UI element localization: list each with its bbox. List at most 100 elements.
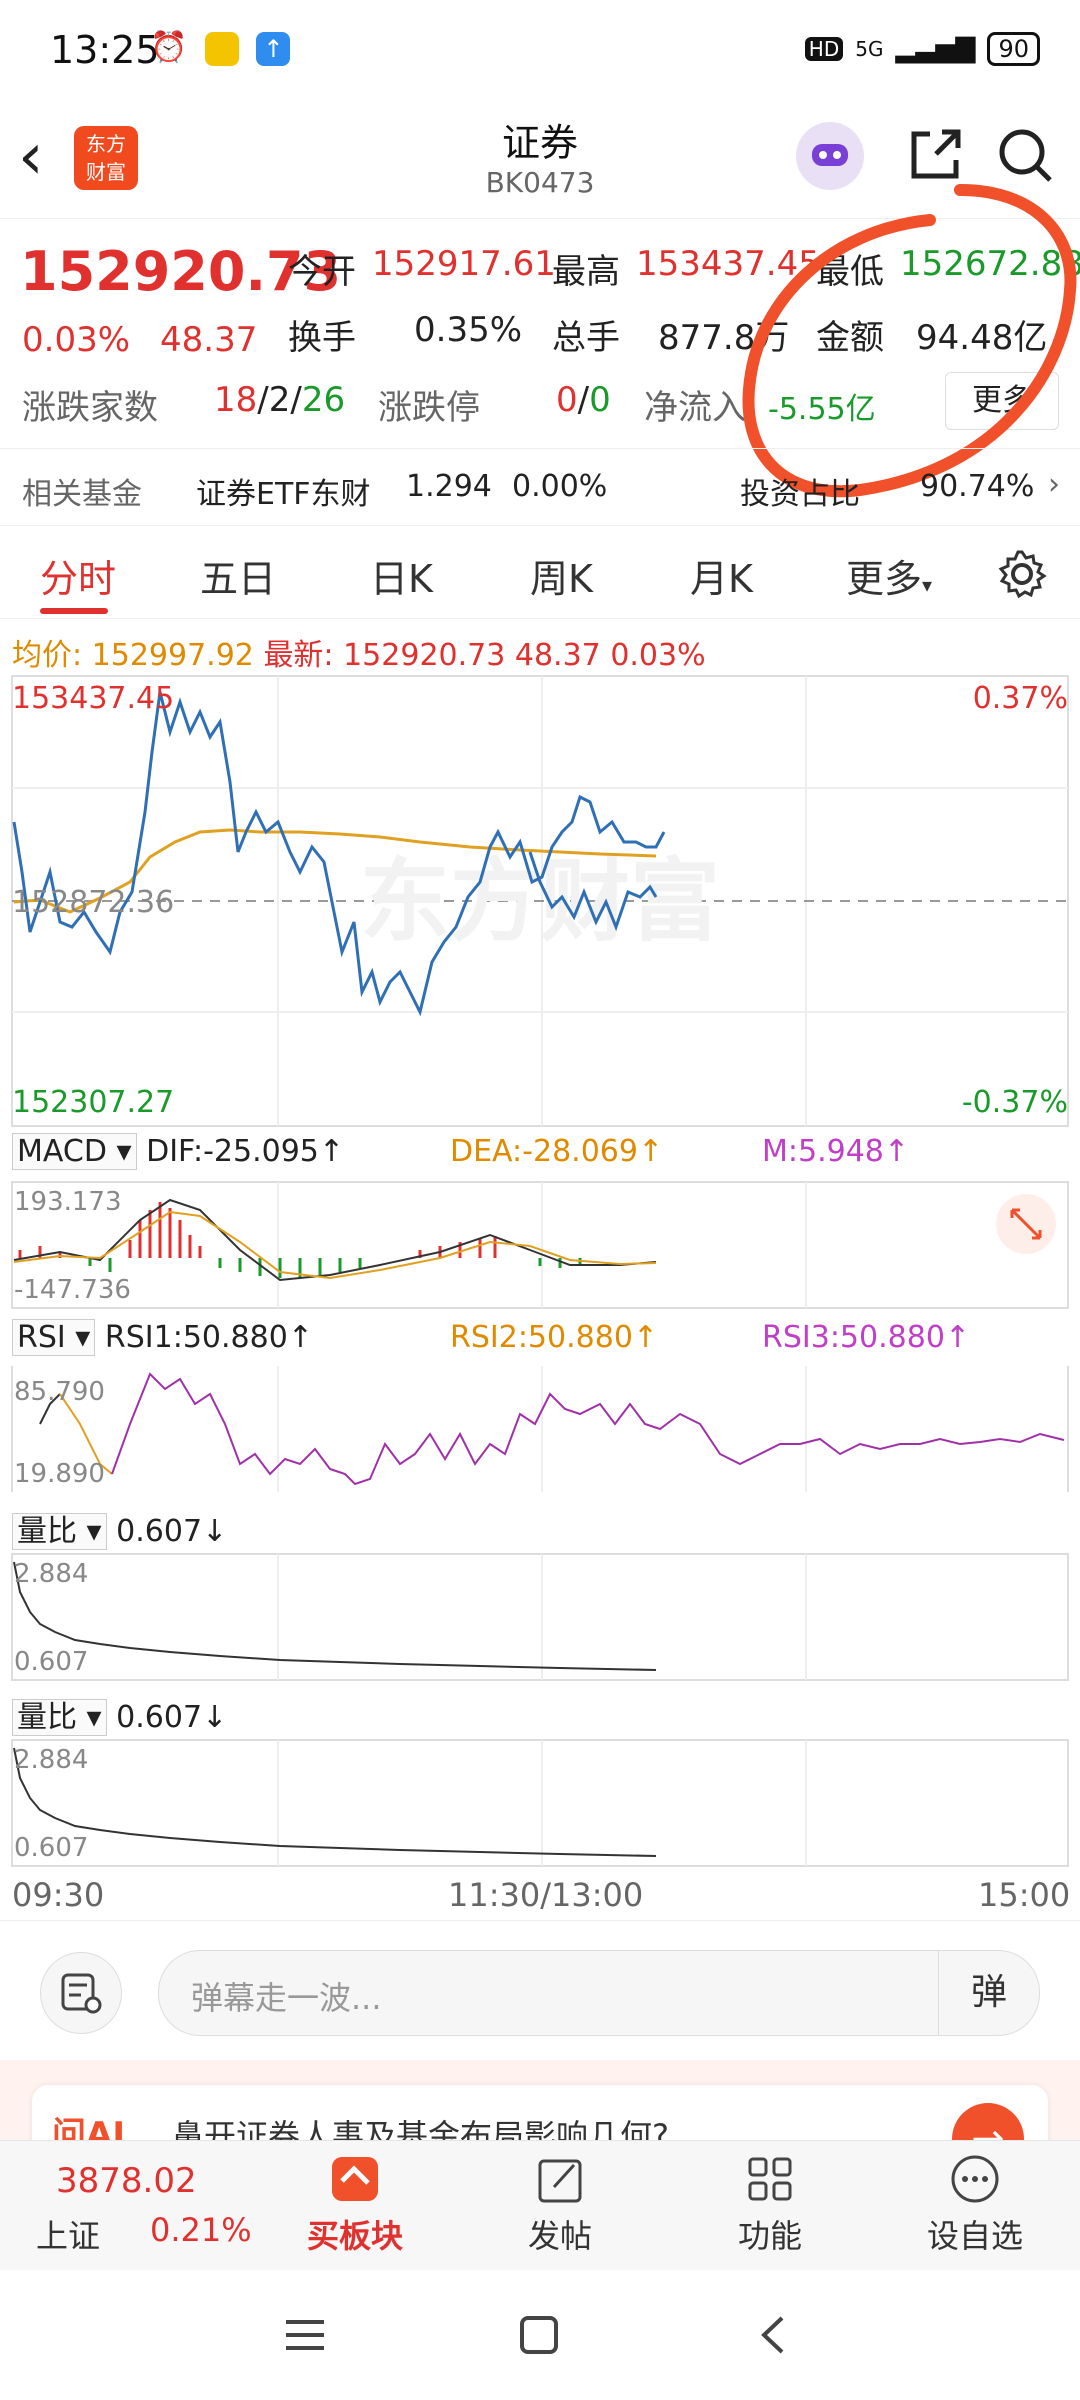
avg-label: 均价: [12, 638, 83, 673]
rsi-header: RSI ▾ RSI1:50.880↑ [12, 1319, 313, 1356]
fund-price: 1.294 [406, 469, 492, 504]
edit-icon [538, 2159, 582, 2203]
nav-buy-sector-label: 买板块 [306, 2217, 403, 2255]
time-axis-mid: 11:30/13:00 [448, 1876, 644, 1914]
danmu-input[interactable]: 弹幕走一波... 弹 [158, 1950, 1040, 2036]
index-name[interactable]: 上证 [36, 2211, 100, 2257]
turnover-label: 换手 [288, 318, 356, 358]
breadth-flat: 2 [268, 380, 291, 420]
fund-ratio-label: 投资占比 [740, 477, 860, 512]
alarm-icon: ⏰ [150, 30, 188, 65]
volume-ratio-2-header: 量比 ▾ 0.607↓ [12, 1692, 227, 1736]
chart-high-label: 153437.45 [12, 681, 174, 716]
chart-watermark: 东方财富 [360, 849, 720, 954]
tab-5day[interactable]: 五日 [200, 548, 276, 603]
breadth-up: 18 [214, 380, 258, 420]
macd-selector[interactable]: MACD ▾ [12, 1133, 137, 1170]
chart-tabs: 分时 五日 日K 周K 月K 更多▾ [0, 528, 1080, 619]
hd-badge: HD [804, 37, 844, 61]
fund-name[interactable]: 证券ETF东财 [196, 469, 371, 513]
rsi-selector[interactable]: RSI ▾ [12, 1319, 96, 1356]
rsi3-line [111, 1372, 1065, 1486]
change-pct: 0.03% [22, 320, 131, 360]
turnover-value: 0.35% [414, 310, 523, 350]
battery-indicator: 90 [987, 32, 1040, 66]
tab-monthly-k[interactable]: 月K [690, 548, 753, 603]
nav-functions[interactable]: 功能 [720, 2151, 820, 2257]
rsi-bottom-label: 19.890 [14, 1459, 105, 1489]
nav-functions-label: 功能 [737, 2217, 802, 2255]
back-nav-icon[interactable] [750, 2310, 800, 2360]
volume-ratio-2-bottom-label: 0.607 [14, 1833, 88, 1863]
volume-ratio-2-top-label: 2.884 [14, 1745, 88, 1775]
change-value: 48.37 [160, 320, 258, 360]
limit-up: 0 [556, 380, 578, 420]
upload-arrow-icon: ↑ [256, 31, 291, 66]
volume-ratio-2-selector-label: 量比 [17, 1700, 77, 1735]
fund-ratio-value: 90.74% [920, 469, 1035, 504]
nav-add-watchlist-label: 设自选 [926, 2217, 1023, 2255]
time-axis-start: 09:30 [12, 1876, 105, 1914]
tab-more-label: 更多 [846, 557, 923, 601]
volume-ratio-2-value: 0.607↓ [116, 1700, 228, 1735]
chart-low-label: 152307.27 [12, 1085, 174, 1120]
volume-ratio-2-selector[interactable]: 量比 ▾ [12, 1699, 107, 1736]
volume-ratio-2-line [13, 1747, 657, 1857]
system-nav-bar [0, 2270, 1080, 2400]
rsi2-value: RSI2:50.880↑ [450, 1320, 659, 1355]
fund-change: 0.00% [512, 469, 608, 504]
app-notification-icon [204, 31, 239, 66]
intraday-price-chart[interactable]: 东方财富 153437.45 152872.36 152307.27 0.37%… [0, 672, 1080, 1132]
menu-icon[interactable] [280, 2310, 330, 2360]
nav-buy-sector[interactable]: 买板块 [300, 2151, 410, 2257]
rsi-chart[interactable]: 85.790 19.890 [0, 1364, 1080, 1494]
volume-label: 总手 [552, 318, 620, 358]
volume-ratio-1-selector[interactable]: 量比 ▾ [12, 1513, 107, 1550]
network-label: 5G [855, 37, 884, 61]
status-right: HD 5G ▂▃▅▇ 90 [804, 32, 1040, 66]
breadth-values: 18/2/26 [214, 380, 345, 420]
volume-ratio-1-value: 0.607↓ [116, 1514, 228, 1549]
comment-list-icon [61, 1973, 102, 2014]
comment-list-button[interactable] [40, 1952, 122, 2034]
status-icons: ⏰ ↑ [150, 30, 291, 66]
settings-gear-icon[interactable] [996, 548, 1048, 600]
status-bar: 13:25 ⏰ ↑ HD 5G ▂▃▅▇ 90 [0, 0, 1080, 100]
danmu-placeholder: 弹幕走一波... [191, 1979, 382, 2017]
dropdown-caret-icon: ▾ [922, 573, 933, 597]
index-value[interactable]: 3878.02 [56, 2161, 197, 2201]
macd-top-label: 193.173 [14, 1187, 122, 1217]
related-fund-row[interactable]: 相关基金 证券ETF东财 1.294 0.00% 投资占比 90.74% › [0, 448, 1080, 526]
danmu-toggle-button[interactable]: 弹 [938, 1951, 1039, 2035]
breadth-down: 26 [301, 380, 346, 420]
latest-change: 48.37 [514, 638, 601, 673]
nav-post[interactable]: 发帖 [510, 2151, 610, 2257]
volume-ratio-1-bottom-label: 0.607 [14, 1647, 88, 1677]
macd-dea: DEA:-28.069↑ [450, 1134, 664, 1169]
macd-chart[interactable]: 193.173 -147.736 [0, 1180, 1080, 1310]
status-time: 13:25 [50, 28, 160, 72]
time-axis-end: 15:00 [978, 1876, 1071, 1914]
rsi-top-label: 85.790 [14, 1377, 105, 1407]
tab-weekly-k[interactable]: 周K [530, 548, 593, 603]
active-tab-indicator [40, 608, 108, 614]
home-icon[interactable] [514, 2310, 564, 2360]
bottom-nav: 3878.02 上证 0.21% 买板块 发帖 功能 设自选 [0, 2140, 1080, 2271]
open-value: 152917.61 [372, 244, 556, 284]
volume-ratio-1-chart[interactable]: 2.884 0.607 [0, 1552, 1080, 1682]
macd-header: MACD ▾ DIF:-25.095↑ [12, 1133, 344, 1170]
grid-icon [748, 2157, 792, 2201]
volume-ratio-1-selector-label: 量比 [17, 1514, 77, 1549]
volume-ratio-2-chart[interactable]: 2.884 0.607 [0, 1738, 1080, 1868]
tab-intraday[interactable]: 分时 [40, 548, 116, 603]
limit-sep: / [577, 380, 590, 420]
nav-add-watchlist[interactable]: 设自选 [920, 2151, 1030, 2257]
chevron-right-icon[interactable]: › [1048, 467, 1060, 502]
rsi3-value: RSI3:50.880↑ [762, 1320, 971, 1355]
limit-down: 0 [589, 380, 611, 420]
open-label: 今开 [288, 252, 356, 292]
chart-mid-label: 152872.36 [12, 885, 174, 920]
latest-value: 152920.73 [343, 638, 506, 673]
tab-more[interactable]: 更多▾ [846, 548, 932, 603]
tab-daily-k[interactable]: 日K [370, 548, 433, 603]
